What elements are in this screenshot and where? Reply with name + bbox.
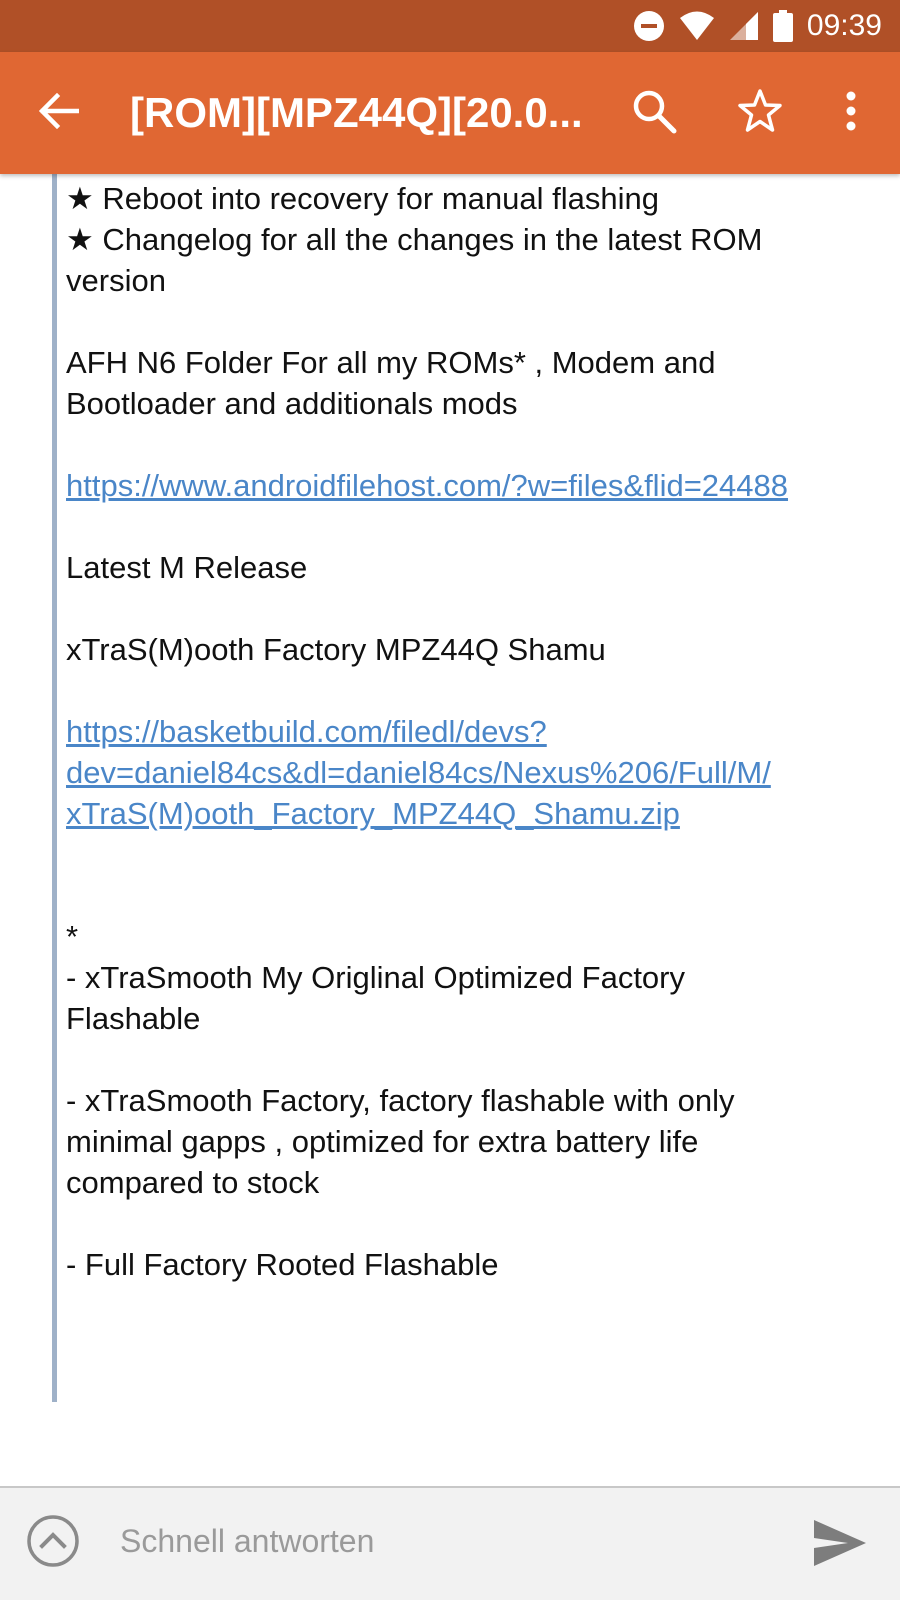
expand-up-icon[interactable] [26,1514,80,1568]
post-line: Flashable [66,1001,201,1036]
post-line: Latest M Release [66,550,308,585]
back-arrow-icon [38,92,80,134]
more-options-button[interactable] [822,84,880,142]
post-line: version [66,263,166,298]
quote-bar [52,174,57,1402]
post-line: - xTraSmooth My Origlinal Optimized Fact… [66,960,686,995]
post-line: ★ Changelog for all the changes in the l… [66,222,763,257]
post-body: ★ Reboot into recovery for manual flashi… [66,174,856,1285]
bookmark-button[interactable] [731,84,789,142]
post-line: - Full Factory Rooted Flashable [66,1247,499,1282]
post-line: AFH N6 Folder For all my ROMs* , Modem a… [66,345,716,380]
status-icons: 09:39 [633,0,882,52]
post-line: * [66,919,79,954]
quick-reply-input[interactable] [120,1512,760,1570]
do-not-disturb-icon [633,10,665,42]
basketbuild-link[interactable]: dev=daniel84cs&dl=daniel84cs/Nexus%206/F… [66,755,771,790]
star-outline-icon [737,88,783,139]
battery-icon [772,10,793,42]
quick-reply-bar [0,1488,900,1600]
post-line: xTraS(M)ooth Factory MPZ44Q Shamu [66,632,606,667]
post-line: - xTraSmooth Factory, factory flashable … [66,1083,735,1118]
wifi-icon [679,11,715,41]
cell-signal-icon [729,11,759,41]
basketbuild-link[interactable]: xTraS(M)ooth_Factory_MPZ44Q_Shamu.zip [66,796,680,831]
back-button[interactable] [30,84,88,142]
search-button[interactable] [625,84,683,142]
search-icon [631,88,677,139]
send-icon[interactable] [812,1518,868,1568]
status-time: 09:39 [806,9,882,42]
androidfilehost-link[interactable]: https://www.androidfilehost.com/?w=files… [66,468,788,503]
status-bar: 09:39 [0,0,900,52]
post-line: ★ Reboot into recovery for manual flashi… [66,181,659,216]
thread-title: [ROM][MPZ44Q][20.0... [130,89,583,136]
post-content: ★ Reboot into recovery for manual flashi… [0,174,900,1484]
more-vert-icon [845,91,857,136]
post-line: minimal gapps , optimized for extra batt… [66,1124,699,1159]
post-line: compared to stock [66,1165,320,1200]
post-line: Bootloader and additionals mods [66,386,518,421]
basketbuild-link[interactable]: https://basketbuild.com/filedl/devs? [66,714,547,749]
app-bar: [ROM][MPZ44Q][20.0... [0,52,900,174]
